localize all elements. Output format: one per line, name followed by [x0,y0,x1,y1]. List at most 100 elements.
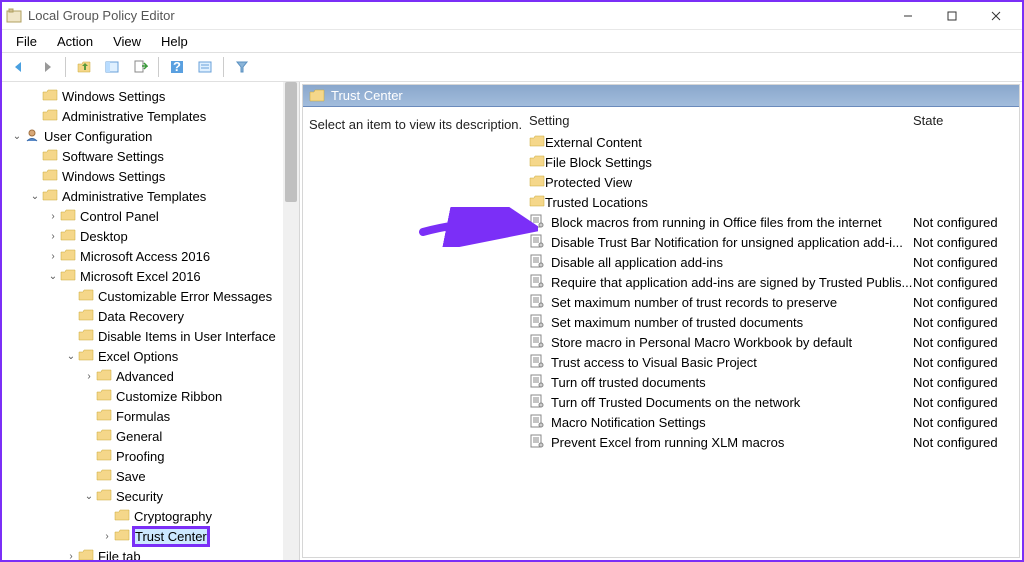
setting-name: Trusted Locations [545,195,913,210]
tree-node[interactable]: Windows Settings [2,86,299,106]
show-hide-tree-button[interactable] [99,55,125,79]
setting-name: Require that application add-ins are sig… [551,275,913,290]
tree-node[interactable]: ⌄ Security [2,486,299,506]
tree-node[interactable]: General [2,426,299,446]
setting-name: Disable Trust Bar Notification for unsig… [551,235,913,250]
column-setting[interactable]: Setting [529,113,913,128]
list-item[interactable]: Set maximum number of trusted documentsN… [529,312,1013,332]
tree-node[interactable]: ›Advanced [2,366,299,386]
tree-label: Security [116,489,163,504]
tree-node[interactable]: ⌄ Administrative Templates [2,186,299,206]
menu-view[interactable]: View [105,32,149,51]
folder-icon [114,508,134,525]
filter-button[interactable] [229,55,255,79]
setting-name: Trust access to Visual Basic Project [551,355,913,370]
collapse-icon[interactable]: ⌄ [28,191,42,202]
collapse-icon[interactable]: ⌄ [82,491,96,502]
collapse-icon[interactable]: ⌄ [46,271,60,282]
folder-icon [60,228,80,245]
list-item[interactable]: Macro Notification SettingsNot configure… [529,412,1013,432]
close-button[interactable] [974,2,1018,29]
export-button[interactable] [127,55,153,79]
expand-icon[interactable]: › [46,231,60,242]
list-item[interactable]: Trusted Locations [529,192,1013,212]
tree-node[interactable]: Disable Items in User Interface [2,326,299,346]
list-item[interactable]: Trust access to Visual Basic ProjectNot … [529,352,1013,372]
tree-node[interactable]: ⌄Microsoft Excel 2016 [2,266,299,286]
collapse-icon[interactable]: ⌄ [64,351,78,362]
tree-node[interactable]: Proofing [2,446,299,466]
tree-label: Microsoft Access 2016 [80,249,210,264]
tree-node[interactable]: Customizable Error Messages [2,286,299,306]
setting-icon [529,374,551,391]
expand-icon[interactable]: › [64,551,78,561]
list-item[interactable]: Disable Trust Bar Notification for unsig… [529,232,1013,252]
list-item[interactable]: Block macros from running in Office file… [529,212,1013,232]
folder-icon [60,208,80,225]
expand-icon[interactable]: › [100,531,114,542]
menu-help[interactable]: Help [153,32,196,51]
setting-icon [529,314,551,331]
setting-state: Not configured [913,375,1013,390]
collapse-icon[interactable]: ⌄ [10,131,24,142]
list-item[interactable]: Prevent Excel from running XLM macrosNot… [529,432,1013,452]
tree-node[interactable]: Formulas [2,406,299,426]
scrollbar-thumb[interactable] [285,82,297,202]
titlebar: Local Group Policy Editor [2,2,1022,30]
list-item[interactable]: Turn off trusted documentsNot configured [529,372,1013,392]
tree-node[interactable]: ›Trust Center [2,526,299,546]
up-button[interactable] [71,55,97,79]
tree-node[interactable]: Customize Ribbon [2,386,299,406]
list-item[interactable]: Protected View [529,172,1013,192]
list-item[interactable]: Require that application add-ins are sig… [529,272,1013,292]
folder-icon [114,528,134,545]
tree-node[interactable]: ›Control Panel [2,206,299,226]
details-pane: Trust Center Select an item to view its … [302,84,1020,558]
expand-icon[interactable]: › [46,251,60,262]
list-item[interactable]: File Block Settings [529,152,1013,172]
tree-node[interactable]: Save [2,466,299,486]
column-headers[interactable]: Setting State [529,113,1013,132]
tree-node[interactable]: Windows Settings [2,166,299,186]
tree-node[interactable]: Data Recovery [2,306,299,326]
list-item[interactable]: External Content [529,132,1013,152]
folder-icon [60,248,80,265]
folder-icon [529,174,545,191]
setting-state: Not configured [913,235,1013,250]
tree-node[interactable]: Cryptography [2,506,299,526]
folder-icon [42,168,62,185]
forward-button[interactable] [34,55,60,79]
tree-node[interactable]: ›File tab [2,546,299,560]
list-item[interactable]: Store macro in Personal Macro Workbook b… [529,332,1013,352]
toolbar-separator [158,57,159,77]
tree-node[interactable]: › Microsoft Access 2016 [2,246,299,266]
maximize-button[interactable] [930,2,974,29]
tree-node[interactable]: ›Desktop [2,226,299,246]
tree-node[interactable]: ⌄Excel Options [2,346,299,366]
tree-node[interactable]: Software Settings [2,146,299,166]
minimize-button[interactable] [886,2,930,29]
folder-icon [529,194,545,211]
expand-icon[interactable]: › [46,211,60,222]
folder-icon [24,128,44,145]
list-item[interactable]: Set maximum number of trust records to p… [529,292,1013,312]
navigation-tree[interactable]: Windows SettingsAdministrative Templates… [2,82,300,560]
list-item[interactable]: Disable all application add-insNot confi… [529,252,1013,272]
tree-node[interactable]: Administrative Templates [2,106,299,126]
back-button[interactable] [6,55,32,79]
menu-file[interactable]: File [8,32,45,51]
column-state[interactable]: State [913,113,1013,128]
settings-list: Setting State External ContentFile Block… [529,113,1013,551]
folder-icon [309,89,325,103]
tree-node[interactable]: ⌄User Configuration [2,126,299,146]
expand-icon[interactable]: › [82,371,96,382]
properties-button[interactable] [192,55,218,79]
list-item[interactable]: Turn off Trusted Documents on the networ… [529,392,1013,412]
tree-label: Cryptography [134,509,212,524]
help-button[interactable]: ? [164,55,190,79]
tree-label: Customize Ribbon [116,389,222,404]
tree-scrollbar[interactable] [283,82,299,560]
setting-icon [529,434,551,451]
menu-action[interactable]: Action [49,32,101,51]
tree-label: Administrative Templates [62,189,206,204]
